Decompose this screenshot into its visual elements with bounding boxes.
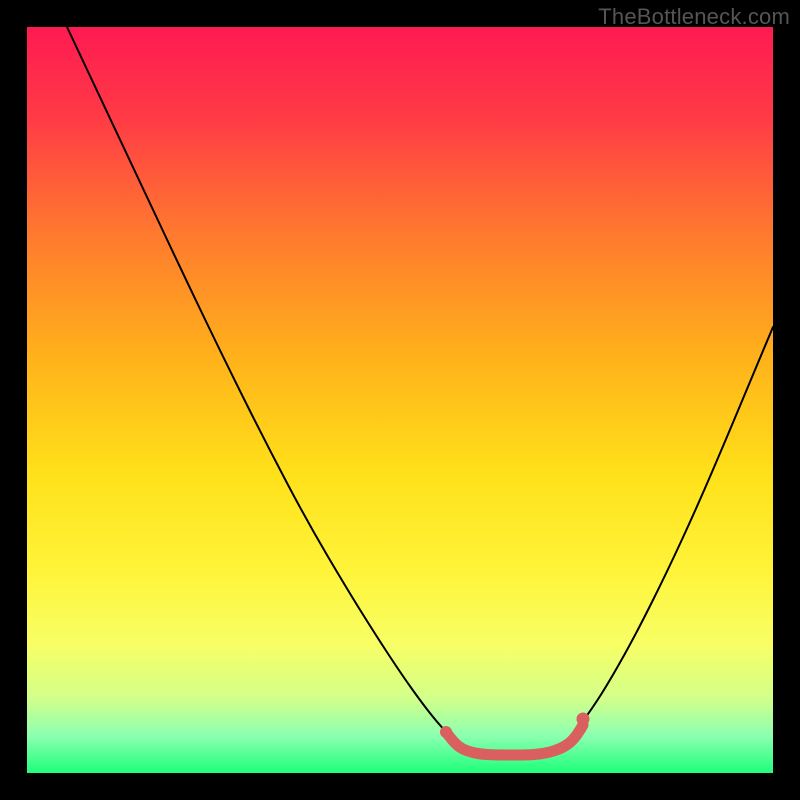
- watermark-text: TheBottleneck.com: [598, 4, 790, 30]
- valley-left-dot: [440, 726, 452, 738]
- valley-right-dot: [577, 713, 590, 726]
- chart-frame: TheBottleneck.com: [0, 0, 800, 800]
- gradient-background: [27, 27, 773, 773]
- plot-area: [27, 27, 773, 773]
- chart-svg: [27, 27, 773, 773]
